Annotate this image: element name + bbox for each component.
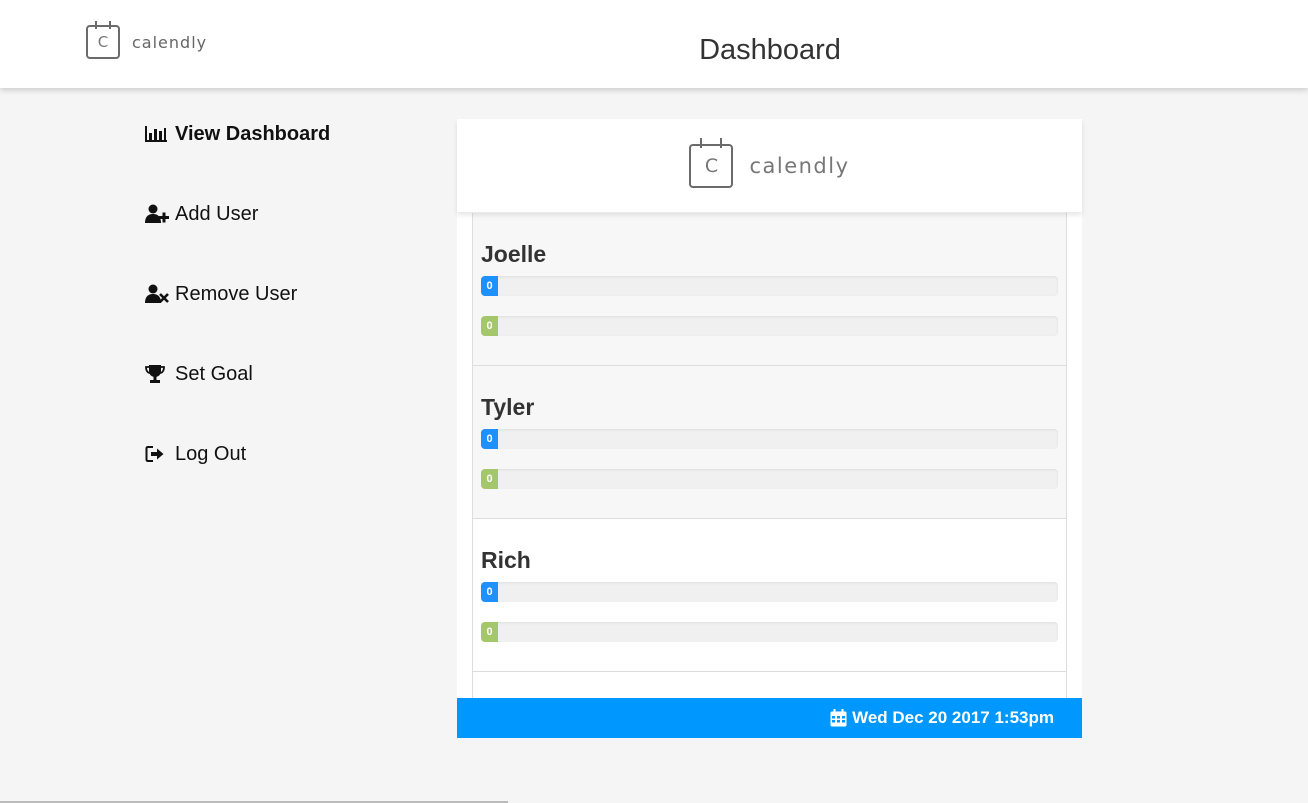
sign-out-icon (145, 444, 169, 464)
card-footer: Wed Dec 20 2017 1:53pm (457, 698, 1082, 738)
user-plus-icon (145, 204, 169, 224)
sidebar-item-view-dashboard[interactable]: View Dashboard (145, 120, 425, 148)
logo-letter: C (97, 33, 109, 51)
progress-fill-secondary: 0 (481, 469, 498, 489)
sidebar-item-label: Log Out (175, 442, 247, 465)
user-row: Tyler 0 0 (473, 366, 1066, 519)
sidebar-item-label: View Dashboard (175, 122, 331, 145)
current-datetime: Wed Dec 20 2017 1:53pm (852, 708, 1054, 727)
sidebar-item-label: Add User (175, 202, 259, 225)
sidebar-nav: View Dashboard Add User Remove User Set … (145, 120, 425, 520)
progress-bar-primary: 0 (481, 276, 1058, 296)
sidebar-item-set-goal[interactable]: Set Goal (145, 360, 425, 388)
trophy-icon (145, 364, 169, 384)
page-title: Dashboard (699, 34, 841, 66)
user-times-icon (145, 284, 169, 304)
progress-fill-secondary: 0 (481, 622, 498, 642)
calendly-logo-icon: C (86, 21, 120, 59)
card-brand-name: calendly (749, 153, 850, 178)
brand-logo[interactable]: C calendly (86, 21, 208, 61)
bar-chart-icon (145, 124, 169, 144)
progress-bar-secondary: 0 (481, 316, 1058, 336)
progress-bar-secondary: 0 (481, 469, 1058, 489)
progress-bar-secondary: 0 (481, 622, 1058, 642)
progress-bar-primary: 0 (481, 582, 1058, 602)
progress-fill-primary: 0 (481, 429, 498, 449)
calendly-logo-icon: C (689, 137, 734, 188)
progress-bar-primary: 0 (481, 429, 1058, 449)
sidebar-item-log-out[interactable]: Log Out (145, 440, 425, 468)
user-name: Joelle (481, 241, 547, 267)
calendar-icon (830, 709, 847, 727)
card-header: C calendly (457, 119, 1082, 212)
user-row: Rich 0 0 (473, 519, 1066, 672)
progress-fill-primary: 0 (481, 276, 498, 296)
top-bar: C calendly Dashboard (0, 0, 1308, 88)
sidebar-item-label: Remove User (175, 282, 298, 305)
user-row: Joelle 0 0 (473, 213, 1066, 366)
user-row (473, 672, 1066, 698)
dashboard-card: C calendly Joelle 0 0 Tyler 0 0 Rich 0 0… (457, 119, 1082, 738)
sidebar-item-add-user[interactable]: Add User (145, 200, 425, 228)
sidebar-item-remove-user[interactable]: Remove User (145, 280, 425, 308)
user-name: Tyler (481, 394, 535, 420)
user-list[interactable]: Joelle 0 0 Tyler 0 0 Rich 0 0 (472, 213, 1067, 698)
logo-letter: C (704, 154, 719, 177)
brand-name: calendly (132, 32, 208, 52)
progress-fill-secondary: 0 (481, 316, 498, 336)
progress-fill-primary: 0 (481, 582, 498, 602)
user-name: Rich (481, 547, 531, 573)
sidebar-item-label: Set Goal (175, 362, 253, 385)
